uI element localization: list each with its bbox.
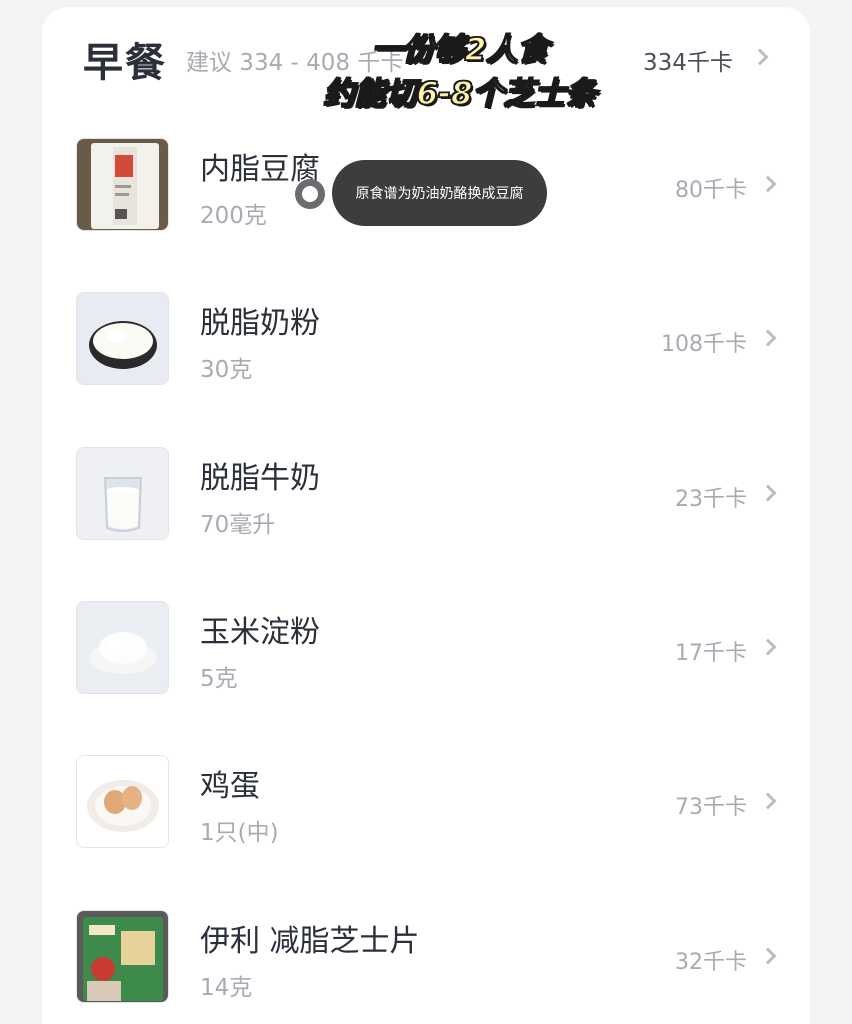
food-amount: 70毫升 — [200, 512, 276, 538]
food-thumbnail — [76, 292, 169, 385]
milk-powder-bowl-icon — [77, 293, 168, 384]
food-name: 玉米淀粉 — [200, 615, 320, 650]
video-caption-overlay: 一份够2人食 约能切6-8个芝士条 — [290, 28, 630, 116]
food-kcal: 80千卡 — [675, 178, 747, 203]
food-kcal: 32千卡 — [675, 950, 747, 975]
food-name: 脱脂奶粉 — [200, 306, 320, 341]
meal-title: 早餐 — [83, 40, 167, 86]
chevron-right-icon — [759, 947, 777, 965]
food-amount: 1只(中) — [200, 820, 279, 846]
caption-line-2: 约能切6-8个芝士条 — [323, 75, 598, 113]
food-name: 脱脂牛奶 — [200, 461, 320, 496]
tag-anchor-icon[interactable] — [295, 179, 325, 209]
food-thumbnail — [76, 601, 169, 694]
food-kcal: 17千卡 — [675, 641, 747, 666]
food-item-cheese-slice[interactable]: 伊利 减脂芝士片 14克 32千卡 — [0, 910, 852, 1010]
chevron-right-icon — [759, 484, 777, 502]
cornstarch-icon — [77, 602, 168, 693]
food-thumbnail — [76, 910, 169, 1003]
cheese-package-icon — [77, 911, 168, 1002]
food-amount: 200克 — [200, 203, 267, 229]
food-item-skim-milk-powder[interactable]: 脱脂奶粉 30克 108千卡 — [0, 292, 852, 392]
chevron-right-icon — [759, 175, 777, 193]
food-item-egg[interactable]: 鸡蛋 1只(中) 73千卡 — [0, 755, 852, 855]
caption-line-1: 一份够2人食 — [371, 31, 549, 69]
food-item-cornstarch[interactable]: 玉米淀粉 5克 17千卡 — [0, 601, 852, 701]
chevron-right-icon — [759, 638, 777, 656]
tofu-package-icon — [77, 139, 168, 230]
meal-total-kcal[interactable]: 334千卡 — [643, 43, 733, 77]
food-amount: 14克 — [200, 975, 253, 1001]
chevron-right-icon — [759, 329, 777, 347]
milk-glass-icon — [77, 448, 168, 539]
chevron-right-icon — [759, 792, 777, 810]
annotation-tooltip[interactable]: 原食谱为奶油奶酪换成豆腐 — [332, 160, 547, 226]
food-thumbnail — [76, 138, 169, 231]
food-amount: 30克 — [200, 357, 253, 383]
food-item-skim-milk[interactable]: 脱脂牛奶 70毫升 23千卡 — [0, 447, 852, 547]
food-name: 鸡蛋 — [200, 769, 260, 804]
eggs-on-plate-icon — [77, 756, 168, 847]
food-amount: 5克 — [200, 666, 238, 692]
food-kcal: 23千卡 — [675, 487, 747, 512]
food-kcal: 73千卡 — [675, 795, 747, 820]
food-name: 伊利 减脂芝士片 — [200, 924, 420, 959]
food-thumbnail — [76, 447, 169, 540]
food-kcal: 108千卡 — [661, 332, 747, 357]
food-thumbnail — [76, 755, 169, 848]
